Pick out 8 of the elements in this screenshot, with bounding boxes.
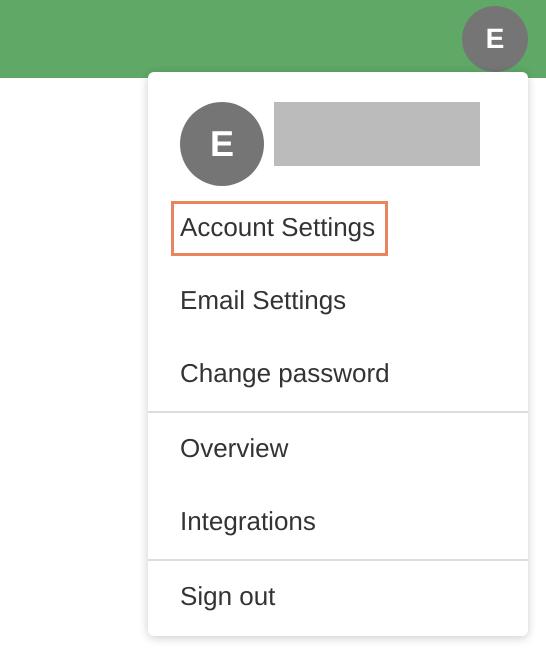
menu-item[interactable]: Integrations bbox=[171, 495, 329, 550]
avatar-button[interactable]: E bbox=[462, 6, 528, 72]
menu-item[interactable]: Sign out bbox=[171, 570, 288, 625]
menu-item[interactable]: Change password bbox=[171, 347, 403, 402]
menu-item[interactable]: Overview bbox=[171, 422, 302, 477]
menu-item[interactable]: Account Settings bbox=[171, 201, 388, 256]
menu-item[interactable]: Email Settings bbox=[171, 274, 360, 329]
user-avatar: E bbox=[180, 102, 264, 186]
